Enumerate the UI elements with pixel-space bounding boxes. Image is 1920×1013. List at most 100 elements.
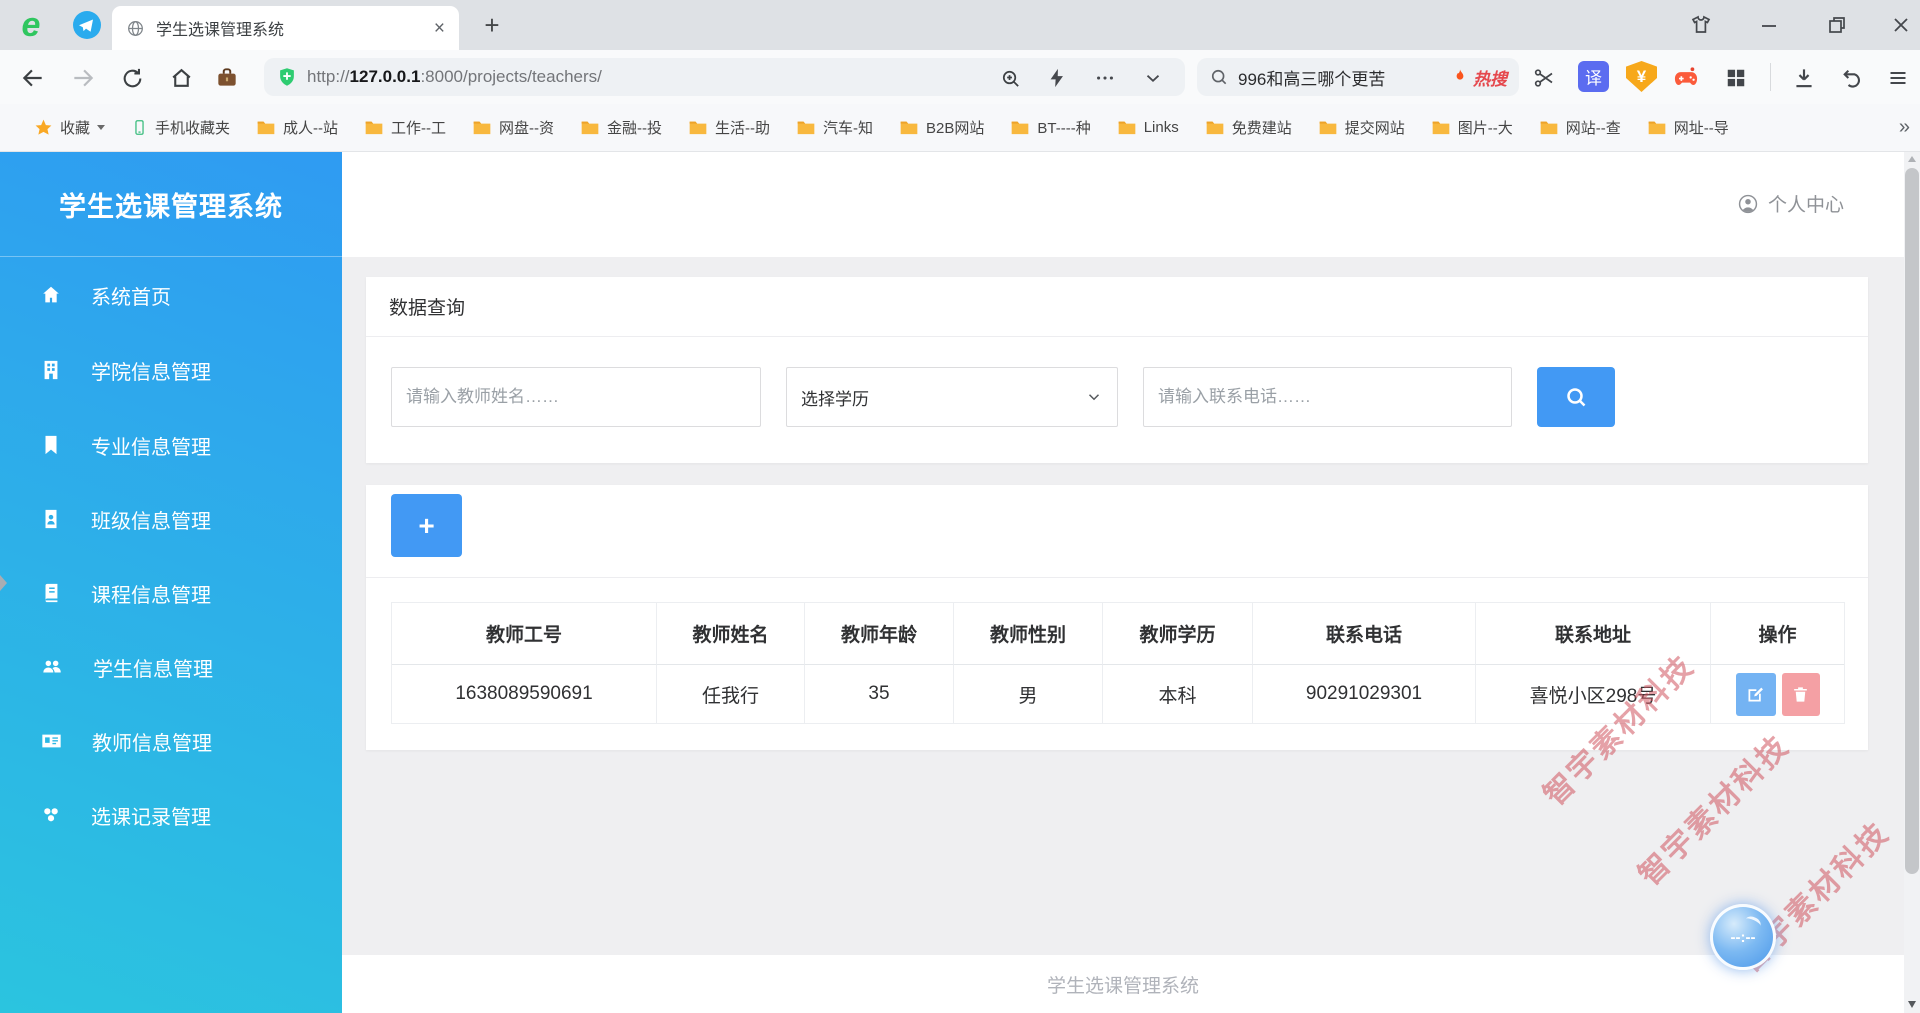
minimize-button[interactable] <box>1754 11 1784 39</box>
zoom-page-icon[interactable] <box>997 65 1023 91</box>
search-icon <box>1209 67 1229 87</box>
bookmark-label: 金融--投 <box>607 120 663 137</box>
degree-select-value: 选择学历 <box>801 389 869 409</box>
favorites-button[interactable]: 收藏 <box>34 117 106 138</box>
flame-icon <box>1451 68 1469 86</box>
scroll-up-icon[interactable] <box>1908 156 1916 162</box>
sidebar-item-label: 选课记录管理 <box>91 806 211 829</box>
page-header: 个人中心 <box>342 152 1904 257</box>
bookmark-label: 工作--工 <box>391 120 447 137</box>
menu-hamburger-icon[interactable] <box>1884 64 1912 92</box>
bookmark-label: Links <box>1143 119 1179 136</box>
scissors-icon[interactable] <box>1530 64 1558 92</box>
back-icon[interactable] <box>19 64 47 92</box>
bookmark-folder[interactable]: Links <box>1117 119 1179 136</box>
telegram-icon[interactable] <box>72 10 102 40</box>
new-tab-button[interactable]: + <box>478 10 506 40</box>
column-header: 联系电话 <box>1253 603 1476 665</box>
bookmarks-overflow-icon[interactable]: » <box>1899 116 1910 139</box>
search-icon <box>1567 388 1586 407</box>
sidebar-item-teacher[interactable]: 教师信息管理 <box>0 704 342 778</box>
cell-teacher-id: 1638089590691 <box>392 665 657 723</box>
active-tab[interactable]: 学生选课管理系统 × <box>112 6 459 50</box>
bookmark-label: 手机收藏夹 <box>155 120 231 137</box>
phone-input[interactable] <box>1143 367 1512 427</box>
table-header-row: 教师工号 教师姓名 教师年龄 教师性别 教师学历 联系电话 联系地址 操作 <box>392 603 1844 665</box>
sidebar-item-enrollment[interactable]: 选课记录管理 <box>0 778 342 852</box>
gamepad-icon[interactable] <box>1672 64 1700 92</box>
scroll-down-icon[interactable] <box>1908 1001 1916 1008</box>
teacher-name-input[interactable] <box>391 367 761 427</box>
home-icon[interactable] <box>167 64 195 92</box>
bookmark-folder[interactable]: 免费建站 <box>1205 117 1292 138</box>
floating-clock-button[interactable]: --:-- <box>1710 904 1776 970</box>
bookmark-folder[interactable]: 图片--大 <box>1431 117 1513 138</box>
sidebar-item-major[interactable]: 专业信息管理 <box>0 408 342 482</box>
cell-teacher-phone: 90291029301 <box>1253 665 1476 723</box>
site-safety-shield-icon[interactable] <box>276 66 298 88</box>
sidebar-item-home[interactable]: 系统首页 <box>0 258 342 332</box>
sidebar-item-college[interactable]: 学院信息管理 <box>0 333 342 407</box>
bookmark-label: 网址--导 <box>1673 120 1729 137</box>
side-panel-handle-icon[interactable] <box>0 575 7 591</box>
bookmark-folder[interactable]: BT----种 <box>1010 117 1091 138</box>
search-button[interactable] <box>1537 367 1615 427</box>
download-icon[interactable] <box>1790 64 1818 92</box>
bookmark-folder[interactable]: 汽车-知 <box>796 117 873 138</box>
dropdown-chevron-icon[interactable] <box>1140 65 1166 91</box>
column-header: 教师姓名 <box>657 603 805 665</box>
panel-divider <box>366 577 1868 578</box>
scrollbar-thumb[interactable] <box>1905 168 1919 874</box>
bookmark-folder[interactable]: 网盘--资 <box>472 117 554 138</box>
undo-history-icon[interactable] <box>1838 64 1866 92</box>
forward-icon[interactable] <box>69 64 97 92</box>
bookmark-folder[interactable]: 生活--助 <box>688 117 770 138</box>
bookmark-folder[interactable]: 金融--投 <box>580 117 662 138</box>
tab-close-icon[interactable]: × <box>434 19 445 38</box>
bookmark-mobile-folder[interactable]: 手机收藏夹 <box>131 117 230 138</box>
bookmark-folder[interactable]: 网站--查 <box>1539 117 1621 138</box>
reload-icon[interactable] <box>118 64 146 92</box>
edit-icon <box>1748 687 1763 701</box>
restore-button[interactable] <box>1822 11 1852 39</box>
bookmark-label: BT----种 <box>1037 120 1091 137</box>
id-card-icon <box>42 734 61 748</box>
delete-button[interactable] <box>1781 672 1820 716</box>
person-icon <box>1738 194 1758 213</box>
bookmark-label: 生活--助 <box>715 120 771 137</box>
sidebar-item-label: 学院信息管理 <box>91 361 211 384</box>
browser-logo-icon[interactable]: e <box>10 5 52 45</box>
bookmark-folder[interactable]: 提交网站 <box>1318 117 1405 138</box>
degree-select[interactable]: 选择学历 <box>786 367 1118 427</box>
sidebar-item-student[interactable]: 学生信息管理 <box>0 630 342 704</box>
teachers-table: 教师工号 教师姓名 教师年龄 教师性别 教师学历 联系电话 联系地址 操作 16… <box>391 602 1845 724</box>
browser-skin-icon[interactable] <box>1686 11 1716 39</box>
translate-icon[interactable]: 译 <box>1578 61 1609 92</box>
column-header: 教师性别 <box>954 603 1103 665</box>
add-teacher-button[interactable]: + <box>391 494 462 557</box>
briefcase-icon[interactable] <box>213 64 241 92</box>
close-window-button[interactable] <box>1886 11 1916 39</box>
more-dots-icon[interactable] <box>1092 65 1118 91</box>
bookmark-folder[interactable]: 网址--导 <box>1647 117 1729 138</box>
bookmark-icon <box>45 435 57 455</box>
apps-grid-icon[interactable] <box>1722 64 1750 92</box>
sidebar-item-course[interactable]: 课程信息管理 <box>0 556 342 630</box>
bookmark-label: 网站--查 <box>1565 120 1621 137</box>
lightning-icon[interactable] <box>1044 65 1070 91</box>
bookmark-folder[interactable]: 工作--工 <box>364 117 446 138</box>
bookmark-folder[interactable]: B2B网站 <box>899 117 984 138</box>
search-box[interactable]: 996和高三哪个更苦 热搜 <box>1197 58 1519 96</box>
cell-teacher-age: 35 <box>805 665 954 723</box>
user-center-button[interactable]: 个人中心 <box>1737 190 1844 217</box>
clock-placeholder: --:-- <box>1730 928 1756 946</box>
wallet-shield-icon[interactable]: ¥ <box>1626 61 1657 92</box>
browser-window: e 学生选课管理系统 × + http://127.0.0.1:8000/pro… <box>0 0 1920 1013</box>
browser-tab-bar: e 学生选课管理系统 × + <box>0 0 1920 50</box>
sidebar-item-class[interactable]: 班级信息管理 <box>0 482 342 556</box>
caret-down-icon <box>97 125 106 130</box>
bookmarks-bar: 收藏 手机收藏夹 成人--站 工作--工 网盘--资 金融--投 生活--助 汽… <box>0 104 1920 152</box>
bookmark-folder[interactable]: 成人--站 <box>256 117 338 138</box>
page-scrollbar[interactable] <box>1904 152 1920 1013</box>
edit-button[interactable] <box>1735 672 1776 716</box>
